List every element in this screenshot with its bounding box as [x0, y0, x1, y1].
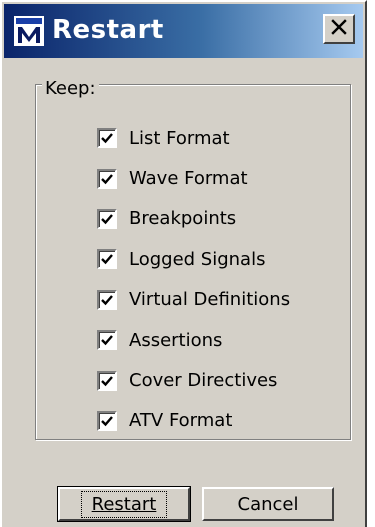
- breakpoints-checkbox[interactable]: [97, 208, 117, 229]
- title-bar[interactable]: Restart: [4, 4, 363, 58]
- option-label: Assertions: [129, 329, 223, 351]
- virtual-definitions-checkbox[interactable]: [97, 289, 117, 310]
- option-cover-directives[interactable]: Cover Directives: [97, 360, 290, 400]
- cancel-button-label: Cancel: [237, 493, 299, 515]
- option-breakpoints[interactable]: Breakpoints: [97, 199, 290, 239]
- option-virtual-definitions[interactable]: Virtual Definitions: [97, 280, 290, 320]
- option-label: Cover Directives: [129, 370, 278, 392]
- option-list-format[interactable]: List Format: [97, 118, 290, 158]
- atv-format-checkbox[interactable]: [97, 410, 117, 431]
- option-label: Logged Signals: [129, 248, 266, 270]
- logged-signals-checkbox[interactable]: [97, 249, 117, 270]
- option-label: Wave Format: [129, 168, 248, 190]
- assertions-checkbox[interactable]: [97, 330, 117, 351]
- option-label: Virtual Definitions: [129, 289, 291, 311]
- option-label: Breakpoints: [129, 208, 237, 230]
- keep-options-list: List Format Wave Format Breakpoints Logg…: [97, 118, 290, 441]
- list-format-checkbox[interactable]: [97, 128, 117, 149]
- keep-group-legend: Keep:: [42, 78, 99, 100]
- cancel-button[interactable]: Cancel: [202, 487, 334, 521]
- option-label: ATV Format: [129, 410, 233, 432]
- restart-button[interactable]: Restart: [57, 486, 191, 522]
- cover-directives-checkbox[interactable]: [97, 370, 117, 391]
- option-atv-format[interactable]: ATV Format: [97, 401, 290, 441]
- option-assertions[interactable]: Assertions: [97, 320, 290, 360]
- option-logged-signals[interactable]: Logged Signals: [97, 239, 290, 279]
- restart-button-label: Restart: [80, 490, 168, 518]
- close-button[interactable]: [323, 14, 355, 44]
- wave-format-checkbox[interactable]: [97, 168, 117, 189]
- option-label: List Format: [129, 127, 230, 149]
- restart-dialog: Restart Keep: List Format Wave Format Br…: [0, 0, 367, 527]
- option-wave-format[interactable]: Wave Format: [97, 158, 290, 198]
- modelsim-m-icon: [14, 16, 44, 46]
- close-icon: [331, 19, 347, 39]
- window-title: Restart: [52, 15, 164, 45]
